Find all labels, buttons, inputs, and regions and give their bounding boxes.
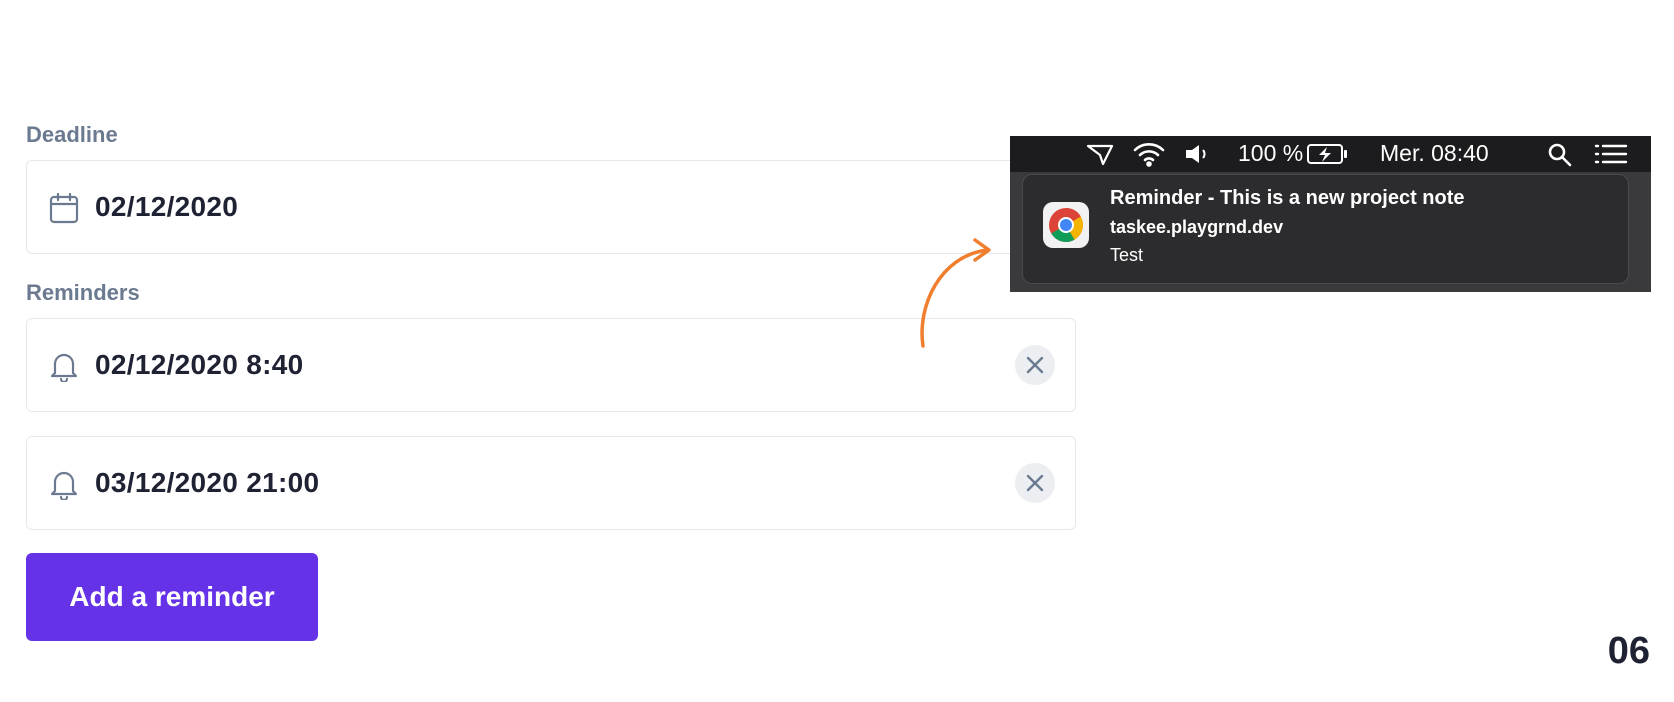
curved-arrow-icon xyxy=(920,238,991,348)
volume-icon xyxy=(1186,145,1206,163)
notification-site: taskee.playgrnd.dev xyxy=(1110,217,1284,237)
notification-card[interactable]: Reminder - This is a new project note ta… xyxy=(1022,174,1629,284)
wifi-icon xyxy=(1133,143,1165,167)
add-reminder-button[interactable]: Add a reminder xyxy=(26,553,318,641)
menubar-clock: Mer. 08:40 xyxy=(1380,140,1489,166)
page-number: 06 xyxy=(1607,630,1650,672)
chrome-icon xyxy=(1043,202,1089,248)
notification-screenshot: 100 % Mer. 08:40 Reminder - This is a ne… xyxy=(1010,136,1651,292)
reminder-value: 02/12/2020 8:40 xyxy=(95,349,304,380)
spotlight-search-icon[interactable] xyxy=(1547,142,1573,168)
calendar-icon xyxy=(49,192,79,224)
location-icon xyxy=(1086,144,1114,166)
notification-center-icon[interactable] xyxy=(1594,143,1628,165)
bell-icon xyxy=(49,350,79,384)
reminders-label: Reminders xyxy=(26,280,140,305)
battery-percent: 100 % xyxy=(1238,140,1304,166)
close-icon xyxy=(1026,356,1044,374)
bell-icon xyxy=(49,468,79,502)
close-icon xyxy=(1026,474,1044,492)
remove-reminder-button[interactable] xyxy=(1015,345,1055,385)
remove-reminder-button[interactable] xyxy=(1015,463,1055,503)
notification-title: Reminder - This is a new project note xyxy=(1110,187,1465,209)
deadline-label: Deadline xyxy=(26,122,118,147)
deadline-value: 02/12/2020 xyxy=(95,191,239,222)
menu-bar: 100 % Mer. 08:40 xyxy=(1010,136,1651,172)
reminder-row[interactable]: 03/12/2020 21:00 xyxy=(26,436,1076,530)
reminder-value: 03/12/2020 21:00 xyxy=(95,467,320,498)
battery-charging-icon xyxy=(1307,144,1347,164)
notification-body: Test xyxy=(1110,245,1144,265)
